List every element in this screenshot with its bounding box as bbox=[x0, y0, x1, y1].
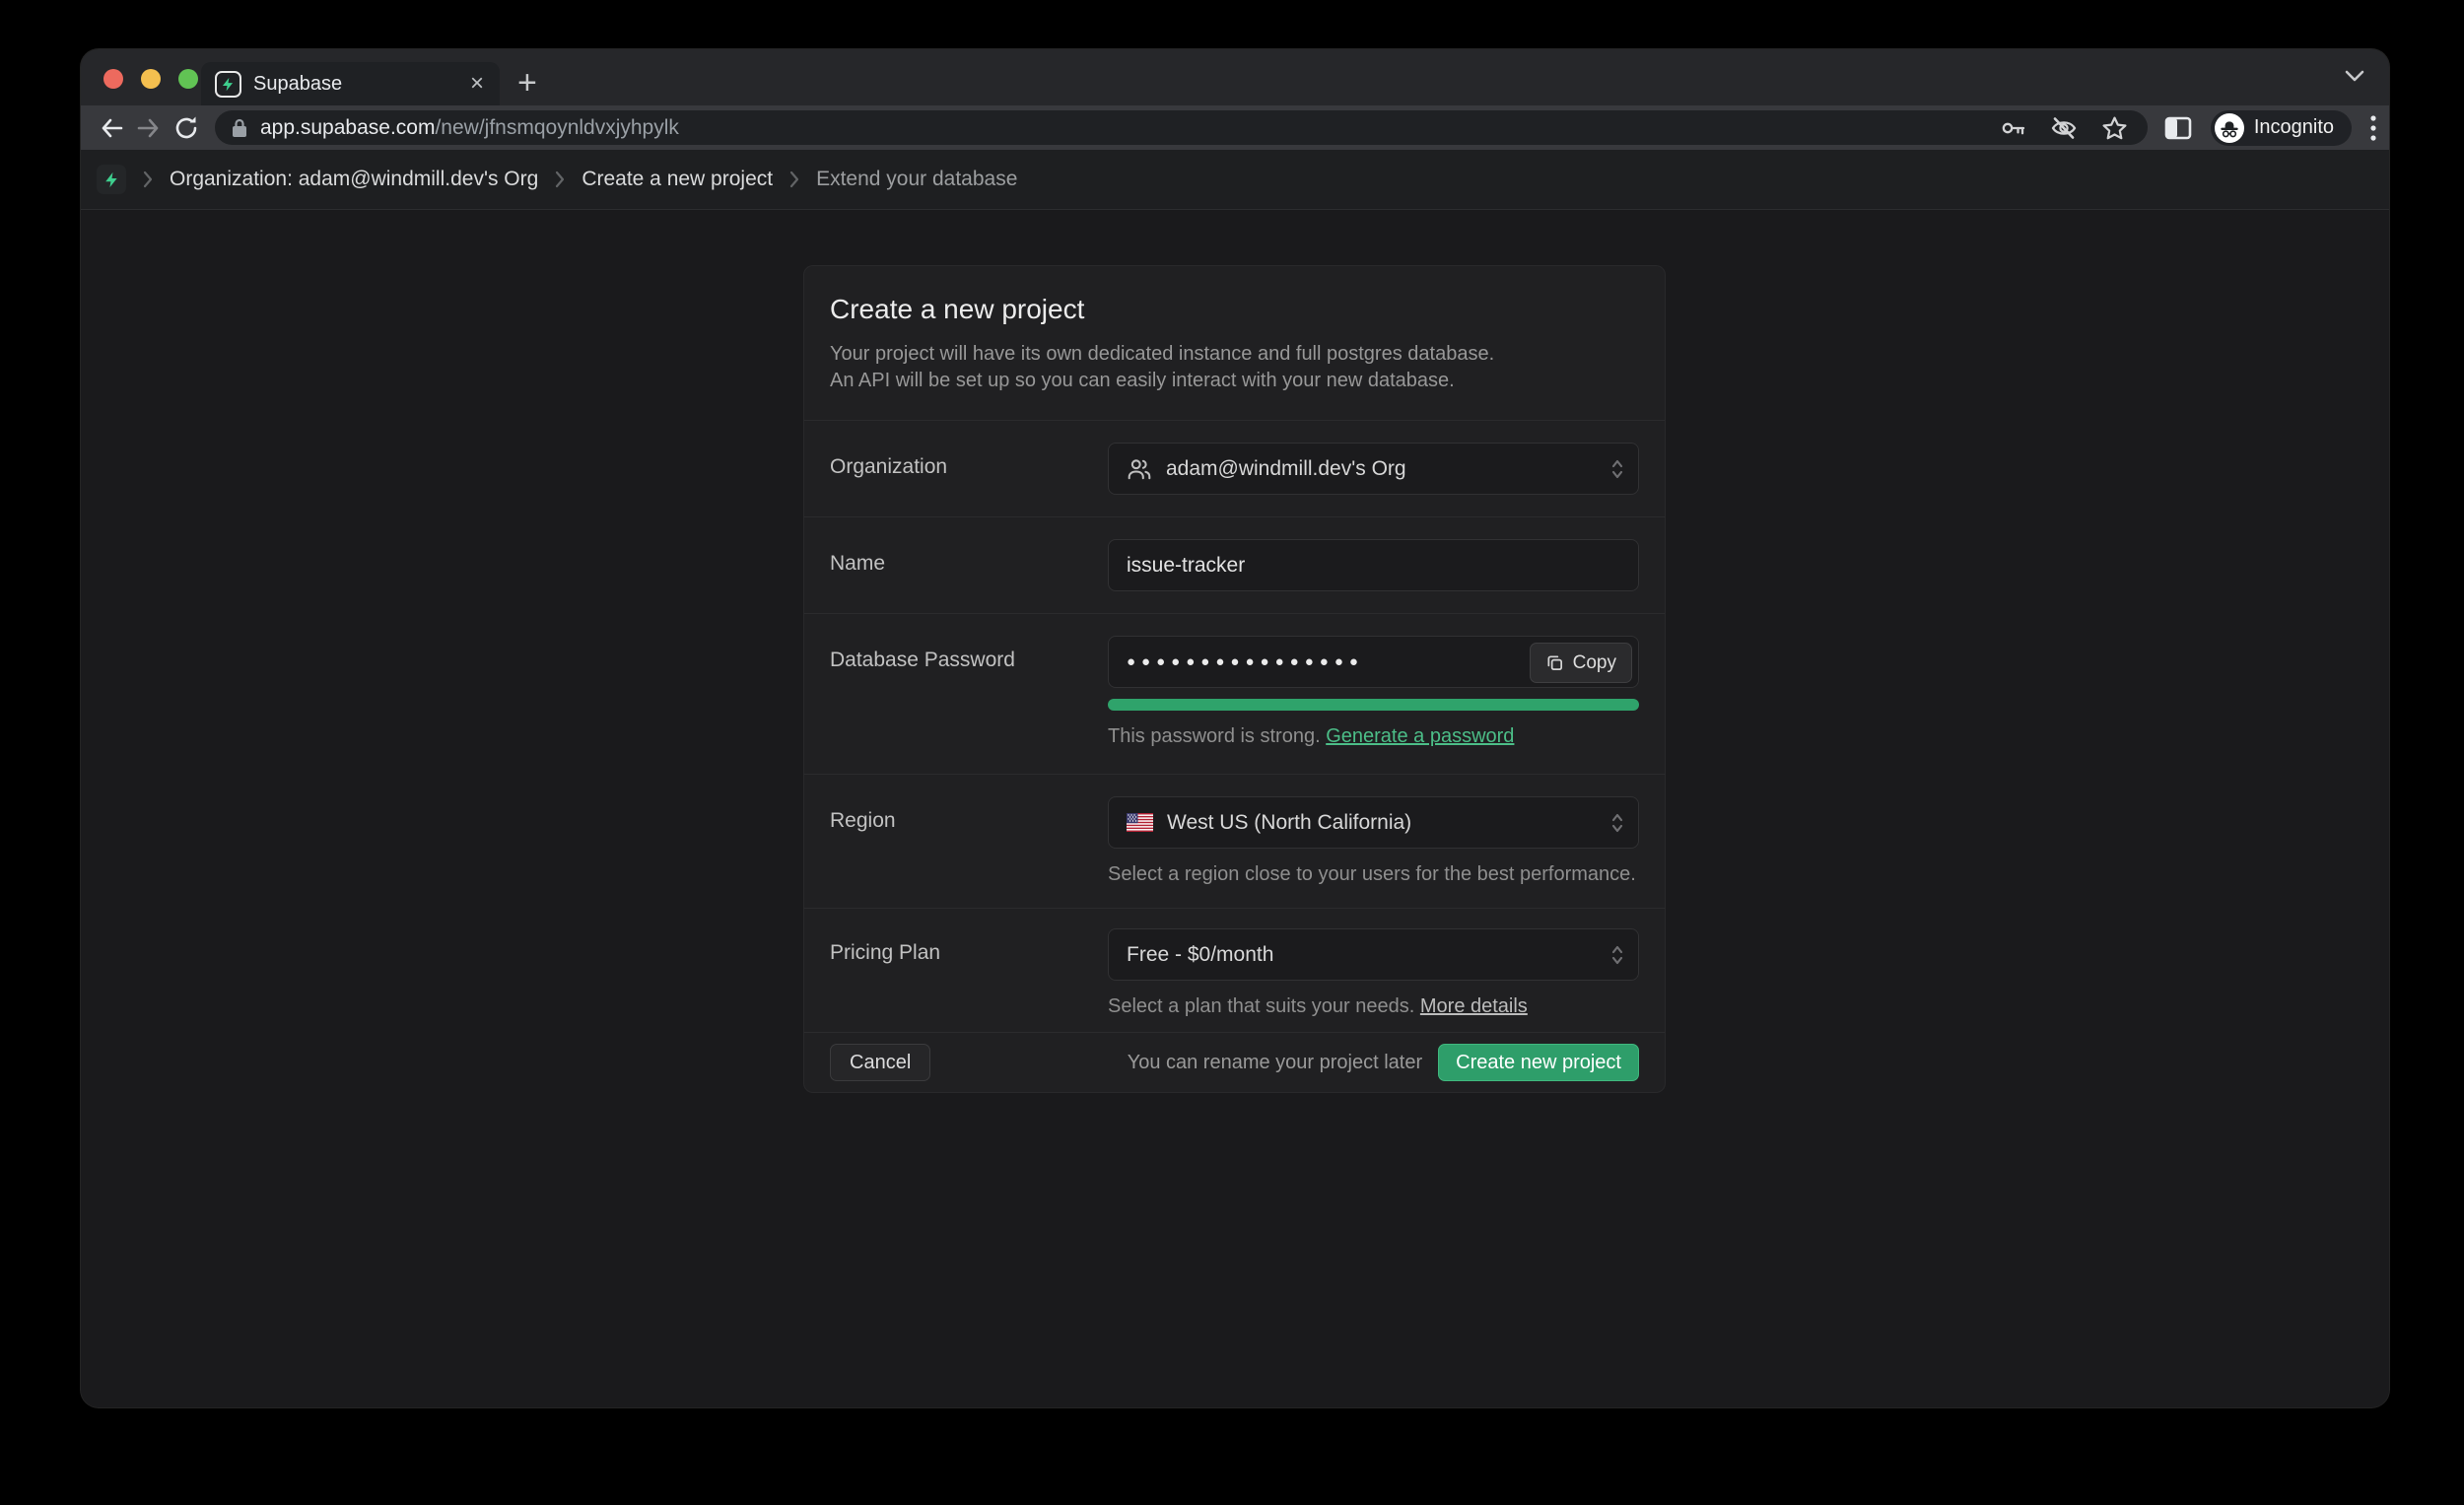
generate-password-link[interactable]: Generate a password bbox=[1326, 725, 1514, 747]
select-caret-icon bbox=[1610, 458, 1624, 480]
copy-icon bbox=[1545, 653, 1564, 672]
breadcrumb-item-organization[interactable]: Organization: adam@windmill.dev's Org bbox=[170, 168, 538, 191]
pricing-row: Pricing Plan Free - $0/month Select a pl… bbox=[804, 908, 1665, 1032]
organization-select[interactable]: adam@windmill.dev's Org bbox=[1108, 443, 1639, 495]
browser-tab-supabase[interactable]: Supabase × bbox=[201, 62, 500, 105]
rename-note: You can rename your project later bbox=[1128, 1052, 1422, 1074]
region-help: Select a region close to your users for … bbox=[1108, 863, 1639, 886]
chevron-right-icon bbox=[142, 170, 154, 189]
password-strength-text: This password is strong. bbox=[1108, 725, 1321, 747]
pricing-help-text: Select a plan that suits your needs. bbox=[1108, 995, 1414, 1017]
chevron-right-icon bbox=[554, 170, 566, 189]
minimize-window-button[interactable] bbox=[141, 69, 161, 89]
side-panel-icon[interactable] bbox=[2163, 114, 2193, 142]
organization-row: Organization adam@windmill.dev's Org bbox=[804, 420, 1665, 516]
description-line-2: An API will be set up so you can easily … bbox=[830, 368, 1639, 394]
page-content: Create a new project Your project will h… bbox=[81, 210, 2389, 1406]
more-details-link[interactable]: More details bbox=[1420, 995, 1528, 1017]
card-header: Create a new project Your project will h… bbox=[804, 266, 1665, 420]
incognito-badge[interactable]: Incognito bbox=[2211, 110, 2352, 146]
reload-button[interactable] bbox=[170, 111, 203, 145]
organization-value: adam@windmill.dev's Org bbox=[1166, 457, 1406, 481]
breadcrumb-item-extend-database: Extend your database bbox=[816, 168, 1017, 191]
region-value: West US (North California) bbox=[1167, 811, 1411, 835]
pricing-help: Select a plan that suits your needs. Mor… bbox=[1108, 995, 1639, 1018]
select-caret-icon bbox=[1610, 812, 1624, 834]
tab-search-chevron-icon[interactable] bbox=[2344, 69, 2365, 83]
us-flag-icon bbox=[1127, 813, 1153, 832]
organization-label: Organization bbox=[830, 443, 1108, 495]
password-row: Database Password ●●●●●●●●●●●●●●●● Copy bbox=[804, 613, 1665, 774]
bookmark-star-icon[interactable] bbox=[2101, 115, 2128, 141]
name-label: Name bbox=[830, 539, 1108, 591]
address-bar[interactable]: app.supabase.com/new/jfnsmqoynldvxjyhpyl… bbox=[215, 110, 2148, 145]
supabase-favicon-icon bbox=[215, 71, 241, 98]
browser-menu-icon[interactable] bbox=[2369, 112, 2377, 144]
copy-label: Copy bbox=[1573, 652, 1616, 674]
bolt-icon bbox=[103, 171, 120, 188]
password-key-icon[interactable] bbox=[2001, 115, 2026, 141]
tab-close-icon[interactable]: × bbox=[468, 72, 486, 96]
browser-toolbar: app.supabase.com/new/jfnsmqoynldvxjyhpyl… bbox=[81, 105, 2389, 150]
window-controls bbox=[103, 69, 198, 89]
password-help: This password is strong. Generate a pass… bbox=[1108, 725, 1639, 748]
card-description: Your project will have its own dedicated… bbox=[830, 341, 1639, 394]
supabase-logo[interactable] bbox=[97, 165, 126, 194]
card-footer: Cancel You can rename your project later… bbox=[804, 1032, 1665, 1092]
browser-window: Supabase × + bbox=[81, 49, 2389, 1407]
url-host: app.supabase.com bbox=[260, 116, 435, 140]
pricing-label: Pricing Plan bbox=[830, 928, 1108, 1018]
pricing-value: Free - $0/month bbox=[1127, 943, 1273, 967]
region-row: Region bbox=[804, 774, 1665, 908]
create-project-card: Create a new project Your project will h… bbox=[803, 265, 1666, 1093]
close-window-button[interactable] bbox=[103, 69, 123, 89]
tab-strip: Supabase × + bbox=[81, 49, 2389, 105]
users-icon bbox=[1127, 456, 1152, 482]
copy-password-button[interactable]: Copy bbox=[1530, 643, 1632, 683]
password-masked-value: ●●●●●●●●●●●●●●●● bbox=[1127, 653, 1364, 670]
project-name-input[interactable] bbox=[1108, 539, 1639, 591]
breadcrumb: Organization: adam@windmill.dev's Org Cr… bbox=[81, 150, 2389, 210]
toolbar-right-cluster: Incognito bbox=[2163, 110, 2377, 146]
url-path: /new/jfnsmqoynldvxjyhpylk bbox=[435, 116, 678, 140]
password-strength-bar bbox=[1108, 699, 1639, 711]
forward-button[interactable] bbox=[132, 111, 166, 145]
pricing-select[interactable]: Free - $0/month bbox=[1108, 928, 1639, 981]
breadcrumb-item-create-project[interactable]: Create a new project bbox=[582, 168, 773, 191]
select-caret-icon bbox=[1610, 944, 1624, 966]
region-select[interactable]: West US (North California) bbox=[1108, 796, 1639, 849]
password-label: Database Password bbox=[830, 636, 1108, 748]
new-tab-button[interactable]: + bbox=[517, 63, 537, 103]
password-field[interactable]: ●●●●●●●●●●●●●●●● Copy bbox=[1108, 636, 1639, 688]
incognito-spy-icon bbox=[2215, 113, 2244, 143]
bolt-icon bbox=[221, 77, 236, 92]
incognito-label: Incognito bbox=[2254, 116, 2334, 139]
create-new-project-button[interactable]: Create new project bbox=[1438, 1044, 1639, 1081]
chevron-right-icon bbox=[788, 170, 800, 189]
region-label: Region bbox=[830, 796, 1108, 886]
page-title: Create a new project bbox=[830, 294, 1639, 325]
tab-title: Supabase bbox=[253, 73, 468, 96]
description-line-1: Your project will have its own dedicated… bbox=[830, 341, 1639, 368]
cancel-button[interactable]: Cancel bbox=[830, 1044, 930, 1081]
eye-off-icon[interactable] bbox=[2050, 115, 2078, 141]
lock-icon bbox=[231, 117, 248, 139]
name-row: Name bbox=[804, 516, 1665, 613]
back-button[interactable] bbox=[95, 111, 128, 145]
address-bar-icons bbox=[2001, 115, 2128, 141]
maximize-window-button[interactable] bbox=[178, 69, 198, 89]
